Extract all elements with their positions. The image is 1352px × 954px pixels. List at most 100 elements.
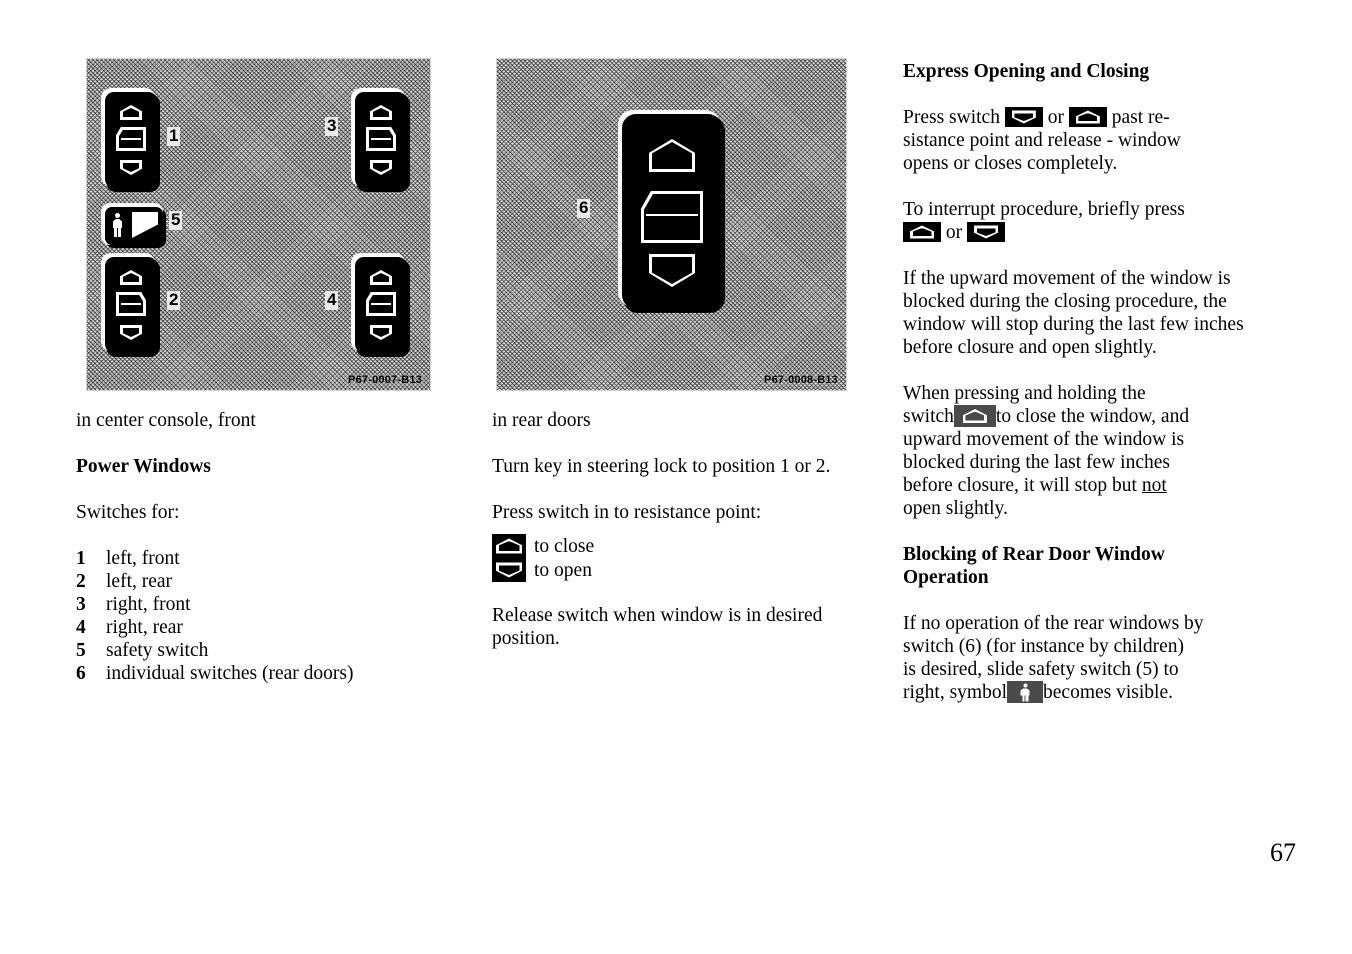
holding-line4: blocked during the last few inches: [903, 452, 1170, 473]
switch-graphic-3: [355, 92, 407, 188]
heading-blocking-line2: Operation: [903, 567, 989, 588]
interrupt-between: or: [941, 222, 967, 243]
paragraph-release-switch: Release switch when window is in desired…: [492, 605, 823, 649]
interrupt-line1: To interrupt procedure, briefly press: [903, 199, 1185, 220]
switch-down-icon: [1004, 107, 1043, 127]
callout-5: 5: [169, 210, 183, 230]
door-window-icon: [116, 127, 146, 151]
callout-4: 4: [325, 290, 339, 310]
down-arrow-icon: [120, 160, 142, 175]
holding-line6: open slightly.: [903, 498, 1008, 519]
holding-line2-after: to close the window, and: [995, 406, 1190, 427]
list-item: 3 right, front: [76, 593, 456, 616]
up-arrow-icon: [649, 139, 695, 172]
paragraph-pressing-holding: When pressing and holding the switch to c…: [903, 382, 1263, 520]
switch-legend-list: 1 left, front 2 left, rear 3 right, fron…: [76, 547, 456, 685]
blocking-line1: If no operation of the rear windows by: [903, 613, 1204, 634]
legend-label-open: to open: [534, 559, 592, 581]
left-column-text: in center console, front Power Windows S…: [76, 409, 456, 685]
press-switch-before: Press switch: [903, 107, 1005, 128]
press-switch-between: or: [1042, 107, 1069, 128]
holding-line2-before: switch: [903, 406, 954, 427]
callout-6: 6: [577, 198, 591, 218]
door-window-icon: [116, 292, 146, 316]
door-window-icon: [366, 292, 396, 316]
holding-line3: upward movement of the window is: [903, 429, 1185, 450]
list-item: 5 safety switch: [76, 639, 456, 662]
list-item-label: right, front: [106, 594, 191, 615]
paragraph-press-switch: Press switch in to resistance point:: [492, 502, 762, 523]
press-switch-after: past re-: [1106, 107, 1170, 128]
heading-blocking-line1: Blocking of Rear Door Window: [903, 544, 1165, 565]
child-safety-icon: [1007, 681, 1044, 703]
up-arrow-icon: [370, 270, 392, 285]
list-item: 2 left, rear: [76, 570, 456, 593]
up-arrow-icon: [370, 105, 392, 120]
down-arrow-icon: [370, 325, 392, 340]
legend-label-close: to close: [534, 535, 595, 557]
down-arrow-icon: [649, 254, 695, 287]
list-item: 1 left, front: [76, 547, 456, 570]
list-item-label: safety switch: [106, 640, 209, 661]
switch-graphic-4: [355, 257, 407, 353]
press-switch-line2: sistance point and release - window: [903, 130, 1181, 151]
manual-page: 1 3 5 2 4 P67-0007-B13 6 P67-0008-B13 in…: [0, 0, 1352, 954]
holding-emphasis-not: not: [1141, 475, 1167, 496]
list-item-number: 4: [76, 617, 86, 638]
callout-2: 2: [167, 290, 181, 310]
down-arrow-icon: [370, 160, 392, 175]
heading-blocking-rear-door: Blocking of Rear Door Window Operation: [903, 543, 1263, 589]
list-item-label: right, rear: [106, 617, 183, 638]
switch-graphic-2: [105, 257, 157, 353]
switch-graphic-1: [105, 92, 157, 188]
blocking-line4-before: right, symbol: [903, 682, 1008, 703]
holding-line1: When pressing and holding the: [903, 383, 1146, 404]
list-item-label: individual switches (rear doors): [106, 663, 354, 684]
press-switch-line3: opens or closes completely.: [903, 153, 1118, 174]
page-number: 67: [1270, 838, 1296, 867]
callout-1: 1: [167, 126, 181, 146]
list-item: 6 individual switches (rear doors): [76, 662, 456, 685]
down-arrow-icon: [120, 325, 142, 340]
paragraph-turn-key: Turn key in steering lock to position 1 …: [492, 456, 831, 477]
list-item-number: 1: [76, 548, 86, 569]
list-item: 4 right, rear: [76, 616, 456, 639]
window-pane-icon: [132, 212, 158, 238]
heading-power-windows: Power Windows: [76, 456, 211, 477]
list-item-number: 2: [76, 571, 86, 592]
callout-3: 3: [325, 116, 339, 136]
list-item-number: 3: [76, 594, 86, 615]
blocking-line4-after: becomes visible.: [1043, 682, 1173, 703]
door-window-icon: [641, 191, 703, 243]
list-item-number: 6: [76, 663, 86, 684]
up-arrow-icon: [120, 270, 142, 285]
switch-graphic-6: [622, 114, 722, 309]
figure-rear-door-switch: 6 P67-0008-B13: [496, 58, 847, 391]
legend-row-open: to open: [492, 558, 837, 582]
paragraph-press-switch-express: Press switch or past re- sistance point …: [903, 106, 1263, 175]
switch-down-icon: [967, 222, 1005, 242]
right-column-text: Express Opening and Closing Press switch…: [903, 60, 1263, 704]
switch-up-icon: [492, 534, 526, 558]
holding-line5-before: before closure, it will stop but: [903, 475, 1142, 496]
child-figure-icon: [112, 213, 123, 237]
safety-switch-graphic-5: [105, 207, 163, 245]
blocking-line3: is desired, slide safety switch (5) to: [903, 659, 1179, 680]
list-item-label: left, front: [106, 548, 180, 569]
list-item-label: left, rear: [106, 571, 173, 592]
up-arrow-icon: [120, 105, 142, 120]
switch-up-icon: [953, 405, 996, 427]
heading-express-opening-closing: Express Opening and Closing: [903, 61, 1150, 82]
figure-caption-left: in center console, front: [76, 410, 256, 431]
figure-caption-middle: in rear doors: [492, 410, 591, 431]
blocking-line2: switch (6) (for instance by children): [903, 636, 1185, 657]
figure-code-left: P67-0007-B13: [346, 374, 424, 386]
switch-down-icon: [492, 558, 526, 582]
paragraph-blocking-operation: If no operation of the rear windows by s…: [903, 612, 1263, 704]
switch-up-icon: [1068, 107, 1107, 127]
figure-code-middle: P67-0008-B13: [762, 374, 840, 386]
middle-column-text: in rear doors Turn key in steering lock …: [492, 409, 837, 650]
legend-row-close: to close: [492, 534, 837, 558]
switch-up-icon: [903, 222, 941, 242]
paragraph-blocked-upward: If the upward movement of the window is …: [903, 268, 1244, 358]
